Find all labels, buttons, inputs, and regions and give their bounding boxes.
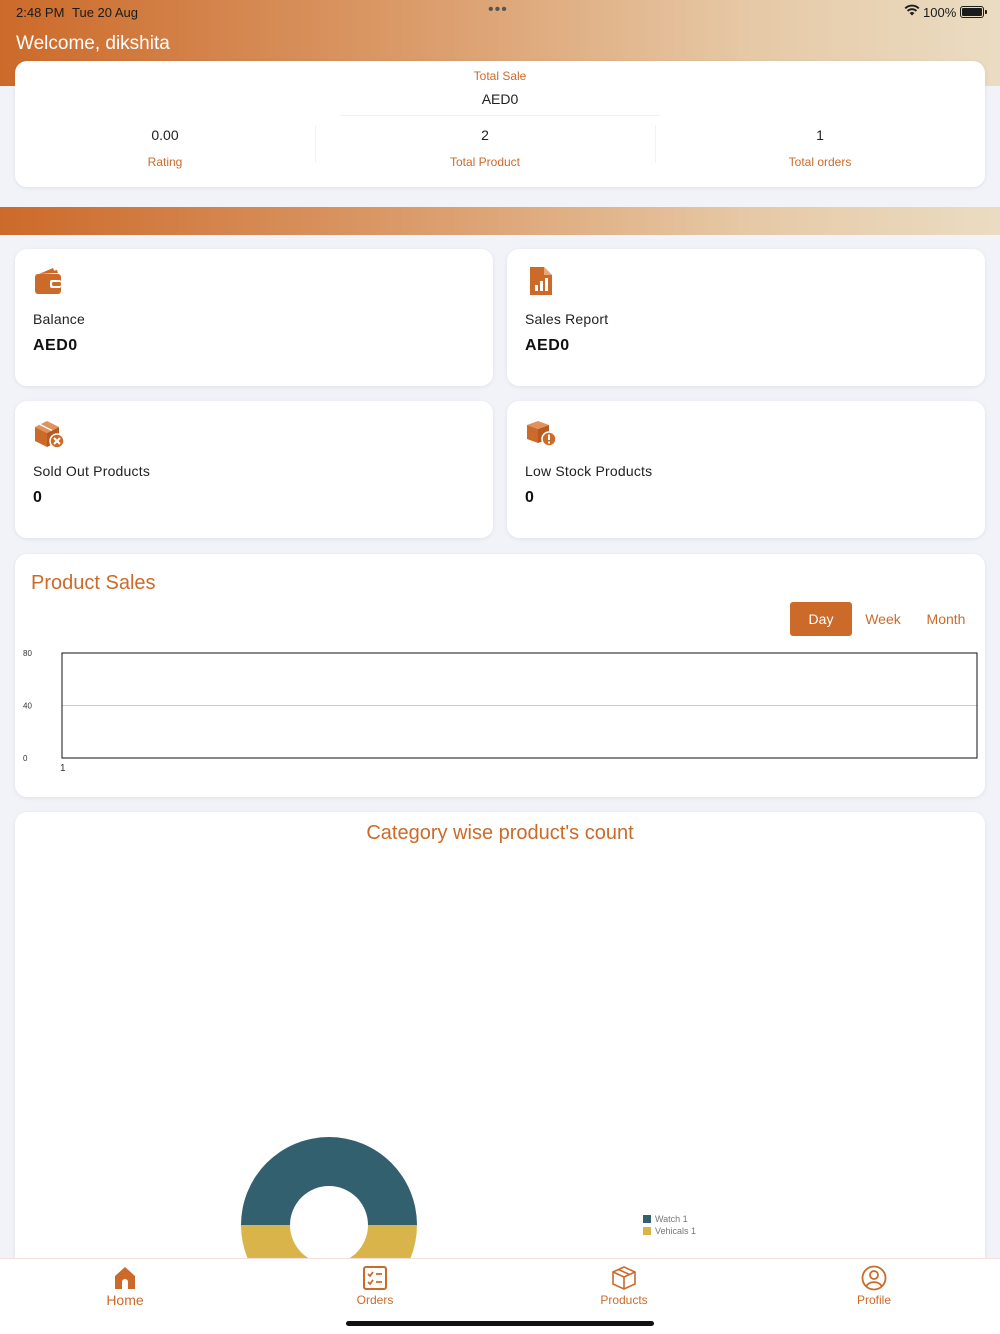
summary-card: Total Sale AED0 0.00 Rating 2 Total Prod… (15, 61, 985, 187)
legend-item: Watch 1 (643, 1214, 688, 1224)
box-remove-icon (35, 421, 65, 449)
legend-swatch (643, 1215, 651, 1223)
y-tick-label: 80 (23, 649, 32, 658)
rating-stat: 0.00 Rating (115, 127, 215, 169)
total-orders-label: Total orders (788, 155, 852, 169)
low-stock-products-tile[interactable]: Low Stock Products 0 (507, 401, 985, 538)
status-bar: 2:48 PM Tue 20 Aug ••• 100% (0, 0, 1000, 24)
gradient-band (0, 207, 1000, 235)
total-product-value: 2 (481, 127, 489, 143)
sold-out-products-tile[interactable]: Sold Out Products 0 (15, 401, 493, 538)
y-tick-label: 40 (23, 702, 32, 711)
total-sale-value: AED0 (481, 91, 519, 107)
battery-percent: 100% (923, 5, 957, 20)
sold-out-products-label: Sold Out Products (33, 463, 151, 479)
tab-orders-label: Orders (356, 1293, 394, 1307)
period-week-button[interactable]: Week (855, 602, 911, 636)
sales-report-value: AED0 (525, 337, 570, 354)
box-alert-icon (527, 421, 557, 447)
low-stock-products-label: Low Stock Products (525, 463, 653, 479)
product-sales-title: Product Sales (31, 572, 156, 594)
status-time: 2:48 PM (16, 5, 65, 20)
low-stock-products-value: 0 (525, 489, 535, 506)
period-month-button[interactable]: Month (918, 602, 974, 636)
total-orders-stat: 1 Total orders (760, 127, 880, 169)
tab-products[interactable]: Products (499, 1259, 749, 1319)
category-chart-card: Category wise product's count Watch 1 Veh… (15, 812, 985, 1282)
balance-value: AED0 (33, 337, 78, 354)
tab-home[interactable]: Home (0, 1259, 250, 1319)
tab-products-label: Products (600, 1293, 648, 1307)
home-indicator (346, 1321, 654, 1326)
orders-checklist-icon (363, 1266, 387, 1290)
balance-tile[interactable]: Balance AED0 (15, 249, 493, 386)
rating-label: Rating (147, 155, 183, 169)
product-sales-chart: 0 40 80 1 (23, 649, 978, 774)
battery-icon (960, 6, 987, 18)
divider (655, 125, 656, 163)
balance-label: Balance (33, 311, 85, 327)
total-orders-value: 1 (816, 127, 824, 143)
report-icon (530, 267, 552, 295)
rating-value: 0.00 (151, 127, 179, 143)
total-product-label: Total Product (449, 155, 521, 169)
category-donut-chart (241, 1137, 417, 1282)
total-product-stat: 2 Total Product (420, 127, 550, 169)
tab-home-label: Home (106, 1292, 144, 1308)
period-day-button[interactable]: Day (790, 602, 852, 636)
wallet-icon (35, 268, 61, 294)
divider (315, 125, 316, 163)
status-date: Tue 20 Aug (72, 5, 139, 20)
pie-slice-watch (241, 1137, 417, 1225)
sales-report-label: Sales Report (525, 311, 609, 327)
legend-label: Watch 1 (655, 1214, 688, 1224)
products-box-icon (612, 1266, 636, 1290)
divider (340, 115, 660, 116)
sold-out-products-value: 0 (33, 489, 43, 506)
tab-profile[interactable]: Profile (749, 1259, 999, 1319)
y-tick-label: 0 (23, 754, 28, 763)
welcome-text: Welcome, dikshita (16, 33, 170, 54)
total-sale-label: Total Sale (473, 69, 527, 83)
wifi-icon (904, 4, 920, 16)
sales-report-tile[interactable]: Sales Report AED0 (507, 249, 985, 386)
tab-orders[interactable]: Orders (250, 1259, 500, 1319)
multitasking-dots-icon[interactable]: ••• (488, 1, 508, 19)
profile-user-icon (861, 1265, 887, 1291)
legend-label: Vehicals 1 (655, 1226, 697, 1236)
home-icon (115, 1267, 135, 1289)
tab-profile-label: Profile (856, 1293, 891, 1307)
legend-item: Vehicals 1 (643, 1226, 696, 1236)
product-sales-card: Product Sales Day Week Month 0 40 80 1 (15, 554, 985, 797)
legend-swatch (643, 1227, 651, 1235)
x-tick-label: 1 (60, 763, 66, 774)
